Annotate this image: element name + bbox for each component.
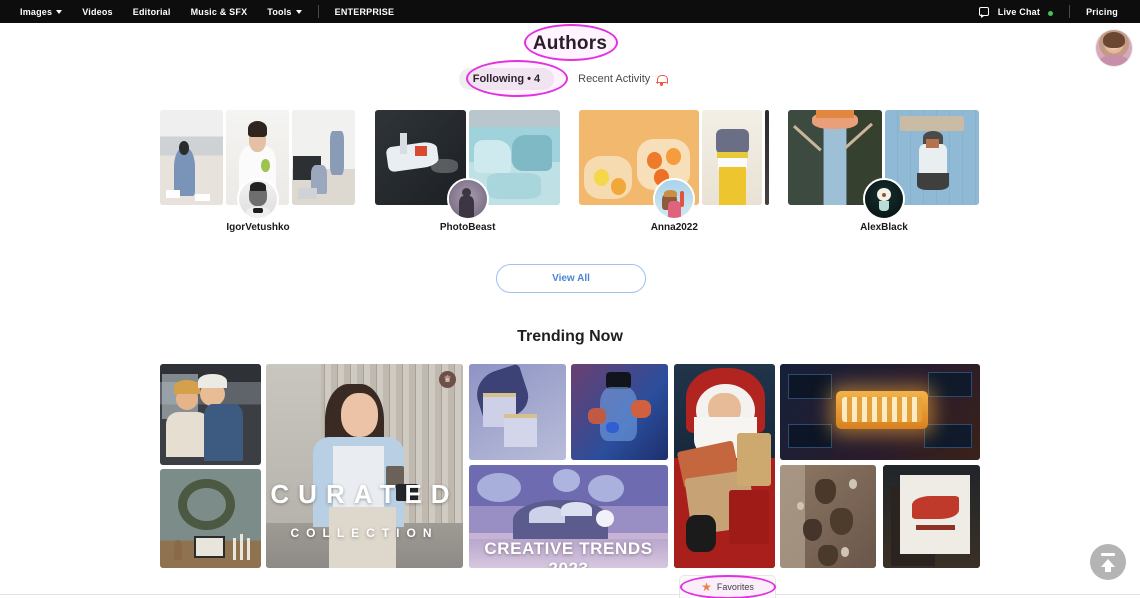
- trending-tile[interactable]: [883, 465, 980, 568]
- nav-right-group: Live Chat Pricing: [969, 5, 1128, 18]
- author-avatar[interactable]: [653, 178, 696, 220]
- trending-tile[interactable]: [469, 364, 566, 460]
- author-name: AlexBlack: [860, 222, 908, 233]
- authors-tabs: Following • 4 Recent Activity: [0, 68, 1140, 90]
- live-chat-label: Live Chat: [997, 6, 1041, 17]
- nav-item-images[interactable]: Images: [10, 7, 72, 17]
- nav-item-enterprise[interactable]: ENTERPRISE: [325, 7, 405, 17]
- trending-tile[interactable]: [571, 364, 668, 460]
- nav-item-editorial[interactable]: Editorial: [123, 7, 181, 17]
- author-name: IgorVetushko: [226, 222, 290, 233]
- trending-tile-creative[interactable]: CREATIVE TRENDS 2023: [469, 465, 668, 568]
- tab-following[interactable]: Following • 4: [458, 68, 555, 90]
- author-card[interactable]: Anna2022: [579, 110, 770, 238]
- author-card[interactable]: IgorVetushko: [160, 110, 356, 238]
- notification-bell-icon: [656, 73, 669, 86]
- nav-left-group: Images Videos Editorial Music & SFX Tool…: [10, 5, 404, 18]
- favorites-tab-label: Favorites: [716, 582, 754, 592]
- nav-item-editorial-label: Editorial: [132, 6, 171, 17]
- author-thumbnail[interactable]: [702, 110, 763, 205]
- trending-tile[interactable]: [780, 465, 876, 568]
- trending-tile[interactable]: [674, 364, 775, 568]
- nav-item-tools[interactable]: Tools: [257, 7, 311, 17]
- author-card[interactable]: PhotoBeast: [374, 110, 561, 238]
- live-chat-button[interactable]: Live Chat: [969, 6, 1063, 18]
- online-status-dot: [1048, 10, 1054, 16]
- trending-tile[interactable]: [160, 469, 261, 568]
- tab-recent-activity[interactable]: Recent Activity: [564, 68, 681, 90]
- scroll-to-top-bar: [1101, 553, 1115, 556]
- nav-item-music-sfx[interactable]: Music & SFX: [181, 7, 258, 17]
- author-avatar[interactable]: [862, 178, 905, 220]
- nav-item-tools-label: Tools: [267, 6, 292, 17]
- tab-following-label: Following • 4: [472, 73, 541, 85]
- author-thumbnail[interactable]: [292, 110, 355, 205]
- favorites-tab[interactable]: ★ Favorites: [679, 575, 776, 598]
- author-thumbnail[interactable]: [160, 110, 223, 205]
- trending-tile[interactable]: [160, 364, 261, 465]
- author-avatar[interactable]: [237, 178, 279, 220]
- trending-tile[interactable]: [780, 364, 980, 460]
- trending-tile-curated[interactable]: ♛ CURATED COLLECTION: [266, 364, 463, 568]
- nav-item-music-sfx-label: Music & SFX: [190, 6, 248, 17]
- bottom-divider: [0, 594, 1140, 595]
- chevron-down-icon: [295, 9, 302, 14]
- page-title: Authors: [532, 33, 608, 54]
- nav-divider: [317, 5, 319, 18]
- chat-bubble-icon: [978, 7, 989, 18]
- tile-label-creative-trends: CREATIVE TRENDS 2023: [484, 539, 653, 568]
- author-name: PhotoBeast: [439, 222, 496, 233]
- authors-list: IgorVetushko PhotoBeast Anna2022 AlexBla…: [160, 110, 980, 238]
- scroll-to-top-button[interactable]: [1090, 544, 1126, 580]
- crown-icon: ♛: [439, 371, 456, 388]
- nav-item-videos-label: Videos: [82, 6, 113, 17]
- author-avatar[interactable]: [446, 178, 489, 220]
- tab-recent-activity-label: Recent Activity: [578, 73, 651, 85]
- author-thumbnail[interactable]: [765, 110, 770, 205]
- star-icon: ★: [701, 580, 712, 594]
- trending-section-title: Trending Now: [517, 328, 623, 345]
- nav-item-videos[interactable]: Videos: [72, 7, 123, 17]
- tile-label-curated: CURATED: [270, 479, 459, 509]
- view-all-button[interactable]: View All: [496, 264, 646, 293]
- chevron-down-icon: [56, 9, 63, 14]
- up-arrow-stem: [1105, 566, 1111, 572]
- nav-item-images-label: Images: [20, 6, 53, 17]
- nav-divider: [1069, 5, 1071, 18]
- page-root: Images Videos Editorial Music & SFX Tool…: [0, 0, 1140, 598]
- view-all-label: View All: [552, 273, 590, 284]
- tile-sublabel-collection: COLLECTION: [290, 526, 439, 540]
- trending-grid: ♛ CURATED COLLECTION CREATIVE TRENDS: [160, 364, 980, 568]
- author-card[interactable]: AlexBlack: [787, 110, 980, 238]
- top-navigation-bar: Images Videos Editorial Music & SFX Tool…: [0, 0, 1140, 23]
- nav-item-enterprise-label: ENTERPRISE: [334, 6, 395, 17]
- nav-item-pricing-label: Pricing: [1086, 6, 1118, 17]
- nav-item-pricing[interactable]: Pricing: [1076, 7, 1128, 17]
- author-name: Anna2022: [650, 222, 698, 233]
